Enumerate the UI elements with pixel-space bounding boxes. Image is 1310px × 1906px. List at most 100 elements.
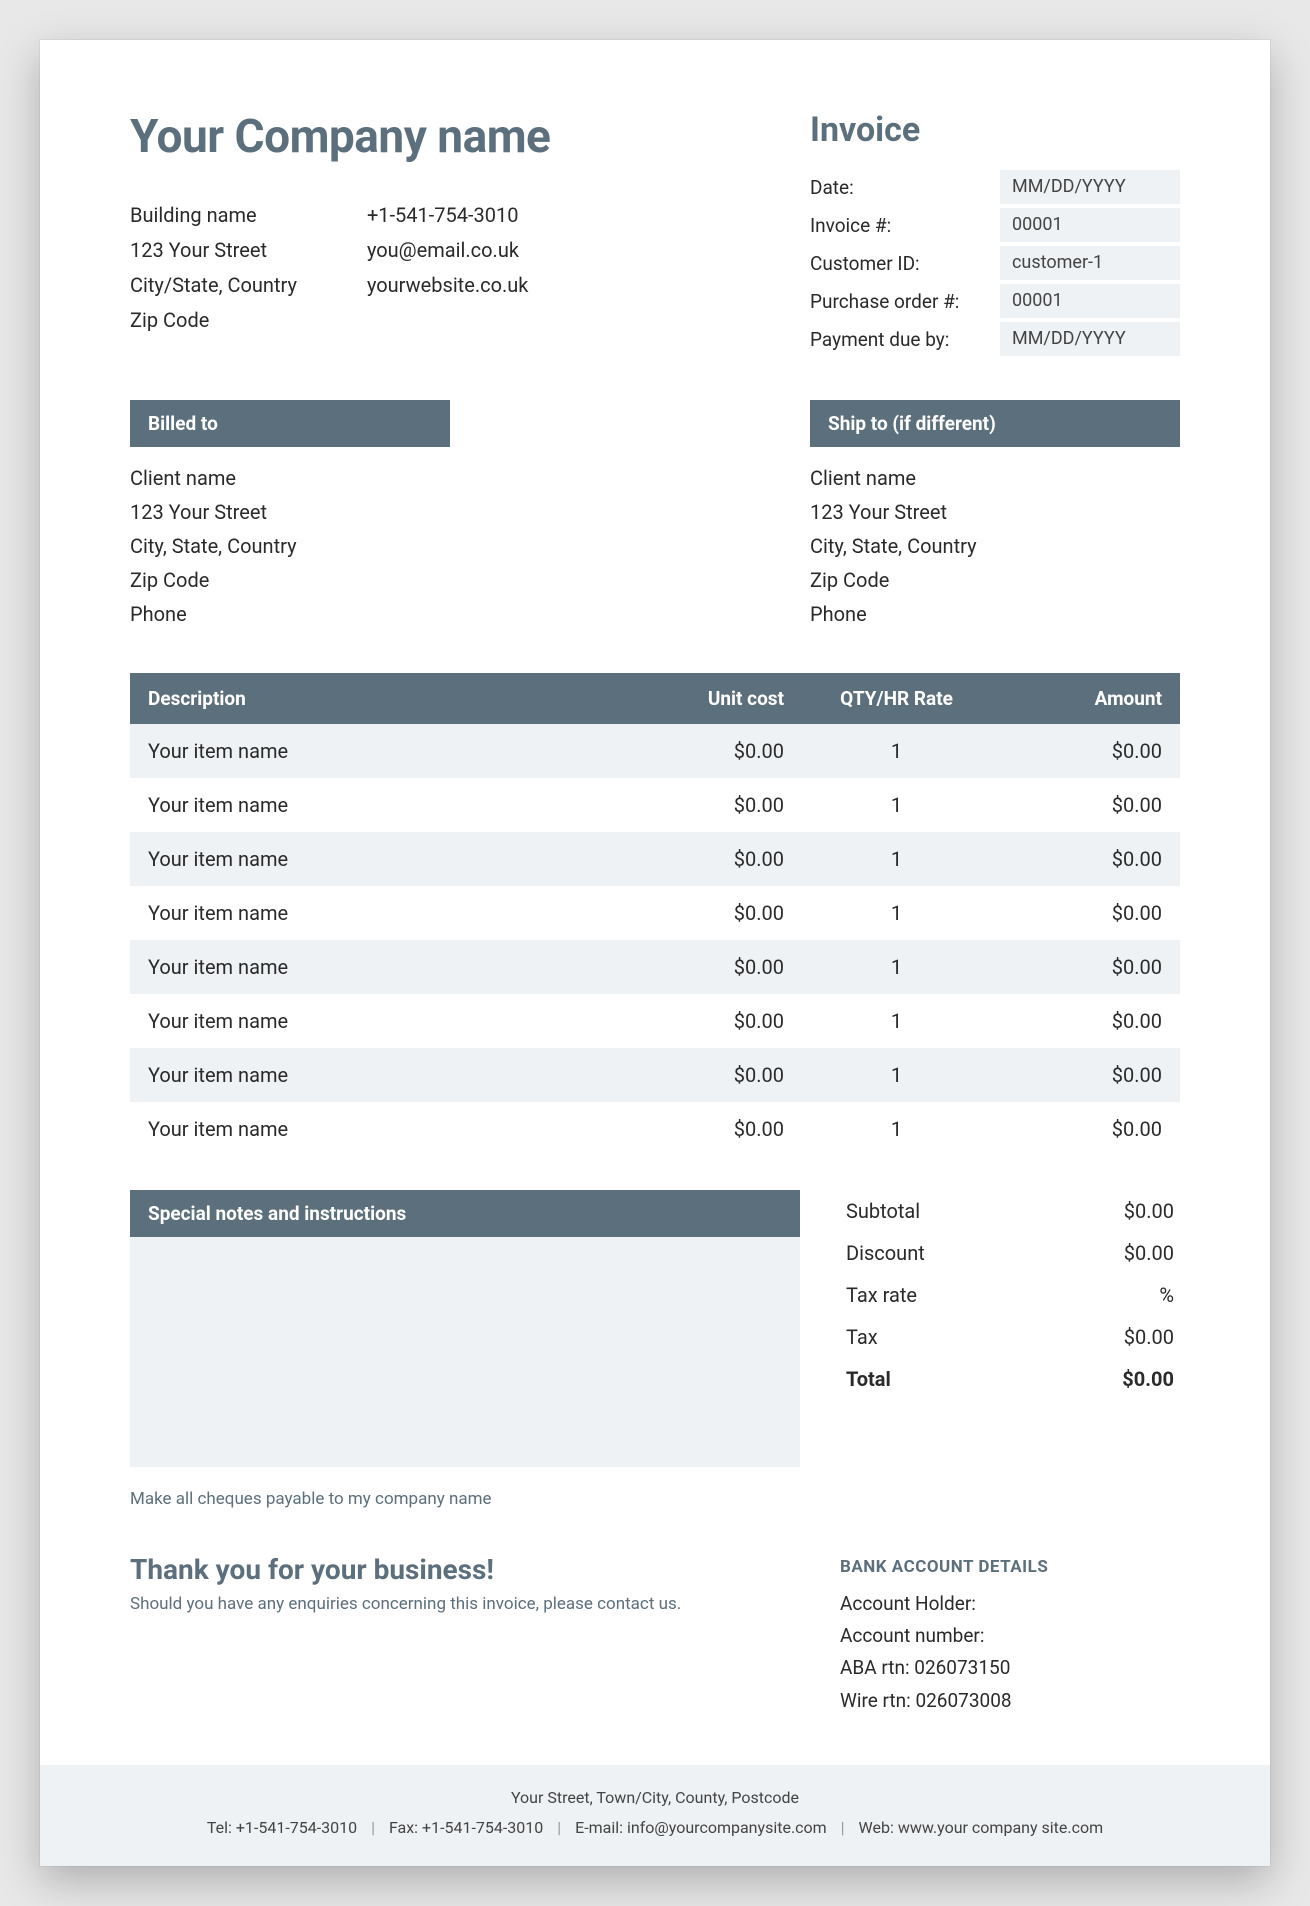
footer-web-label: Web: bbox=[859, 1818, 894, 1837]
cell-desc[interactable]: Your item name bbox=[130, 778, 613, 832]
invoice-meta-label: Purchase order #: bbox=[810, 290, 1000, 313]
company-contact: +1-541-754-3010 you@email.co.uk yourwebs… bbox=[367, 198, 528, 338]
footer-email-label: E-mail: bbox=[575, 1818, 623, 1837]
ship-line: Client name bbox=[810, 461, 1180, 495]
cell-desc[interactable]: Your item name bbox=[130, 1048, 613, 1102]
totals-row: Subtotal $0.00 bbox=[840, 1190, 1180, 1232]
cell-qty[interactable]: 1 bbox=[802, 994, 991, 1048]
billed-to-block: Billed to Client name123 Your StreetCity… bbox=[130, 400, 770, 631]
invoice-title: Invoice bbox=[810, 110, 1180, 150]
line-items-table: Description Unit cost QTY/HR Rate Amount… bbox=[130, 673, 1180, 1156]
totals-label: Tax bbox=[846, 1325, 878, 1349]
thanks-line: Should you have any enquiries concerning… bbox=[130, 1594, 800, 1614]
invoice-meta-block: Invoice Date:MM/DD/YYYYInvoice #:00001Cu… bbox=[810, 110, 1180, 358]
cell-desc[interactable]: Your item name bbox=[130, 832, 613, 886]
parties-row: Billed to Client name123 Your StreetCity… bbox=[130, 400, 1180, 631]
cell-desc[interactable]: Your item name bbox=[130, 1102, 613, 1156]
invoice-meta-value[interactable]: customer-1 bbox=[1000, 246, 1180, 280]
thanks-heading: Thank you for your business! bbox=[130, 1553, 800, 1586]
table-row: Your item name$0.001$0.00 bbox=[130, 1102, 1180, 1156]
cell-amount[interactable]: $0.00 bbox=[991, 1048, 1180, 1102]
invoice-meta-row: Invoice #:00001 bbox=[810, 206, 1180, 244]
bank-line: Wire rtn: 026073008 bbox=[840, 1685, 1180, 1717]
notes-block: Special notes and instructions Make all … bbox=[130, 1190, 800, 1509]
bank-block: BANK ACCOUNT DETAILS Account Holder:Acco… bbox=[840, 1553, 1180, 1717]
total-label: Total bbox=[846, 1367, 891, 1391]
billed-line: Client name bbox=[130, 461, 770, 495]
cell-unit[interactable]: $0.00 bbox=[613, 1102, 802, 1156]
cell-amount[interactable]: $0.00 bbox=[991, 1102, 1180, 1156]
invoice-meta-label: Payment due by: bbox=[810, 328, 1000, 351]
invoice-meta-row: Customer ID:customer-1 bbox=[810, 244, 1180, 282]
cell-unit[interactable]: $0.00 bbox=[613, 886, 802, 940]
totals-block: Subtotal$0.00Discount$0.00Tax rate%Tax$0… bbox=[840, 1190, 1180, 1509]
company-phone: +1-541-754-3010 bbox=[367, 198, 528, 233]
cell-amount[interactable]: $0.00 bbox=[991, 832, 1180, 886]
cell-amount[interactable]: $0.00 bbox=[991, 940, 1180, 994]
table-row: Your item name$0.001$0.00 bbox=[130, 994, 1180, 1048]
totals-value: % bbox=[1159, 1283, 1174, 1307]
cell-desc[interactable]: Your item name bbox=[130, 724, 613, 778]
totals-label: Subtotal bbox=[846, 1199, 920, 1223]
cell-qty[interactable]: 1 bbox=[802, 778, 991, 832]
totals-label: Discount bbox=[846, 1241, 925, 1265]
totals-label: Tax rate bbox=[846, 1283, 917, 1307]
total-row: Total $0.00 bbox=[840, 1358, 1180, 1400]
footer-tel: +1-541-754-3010 bbox=[236, 1818, 357, 1837]
cell-qty[interactable]: 1 bbox=[802, 724, 991, 778]
notes-totals-row: Special notes and instructions Make all … bbox=[130, 1190, 1180, 1509]
cell-amount[interactable]: $0.00 bbox=[991, 724, 1180, 778]
invoice-meta-value[interactable]: 00001 bbox=[1000, 208, 1180, 242]
totals-row: Tax rate% bbox=[840, 1274, 1180, 1316]
billed-line: Zip Code bbox=[130, 563, 770, 597]
invoice-meta-row: Purchase order #:00001 bbox=[810, 282, 1180, 320]
cell-qty[interactable]: 1 bbox=[802, 940, 991, 994]
company-zip: Zip Code bbox=[130, 303, 297, 338]
company-address: Building name 123 Your Street City/State… bbox=[130, 198, 297, 338]
col-qty: QTY/HR Rate bbox=[802, 673, 991, 724]
bank-line: ABA rtn: 026073150 bbox=[840, 1652, 1180, 1684]
company-building: Building name bbox=[130, 198, 297, 233]
totals-value: $0.00 bbox=[1124, 1241, 1174, 1265]
company-contact-columns: Building name 123 Your Street City/State… bbox=[130, 198, 770, 338]
notes-body[interactable] bbox=[130, 1237, 800, 1467]
cell-unit[interactable]: $0.00 bbox=[613, 724, 802, 778]
thanks-block: Thank you for your business! Should you … bbox=[130, 1553, 800, 1614]
cell-unit[interactable]: $0.00 bbox=[613, 994, 802, 1048]
invoice-meta-row: Payment due by:MM/DD/YYYY bbox=[810, 320, 1180, 358]
cell-qty[interactable]: 1 bbox=[802, 1102, 991, 1156]
bank-line: Account number: bbox=[840, 1620, 1180, 1652]
invoice-meta-row: Date:MM/DD/YYYY bbox=[810, 168, 1180, 206]
page-footer: Your Street, Town/City, County, Postcode… bbox=[40, 1765, 1270, 1866]
invoice-meta-value[interactable]: 00001 bbox=[1000, 284, 1180, 318]
footer-address: Your Street, Town/City, County, Postcode bbox=[60, 1783, 1250, 1813]
cell-qty[interactable]: 1 bbox=[802, 886, 991, 940]
table-row: Your item name$0.001$0.00 bbox=[130, 832, 1180, 886]
cheque-instruction: Make all cheques payable to my company n… bbox=[130, 1489, 800, 1509]
cell-desc[interactable]: Your item name bbox=[130, 886, 613, 940]
company-name: Your Company name bbox=[130, 110, 770, 164]
cell-desc[interactable]: Your item name bbox=[130, 994, 613, 1048]
invoice-meta-value[interactable]: MM/DD/YYYY bbox=[1000, 170, 1180, 204]
billed-line: City, State, Country bbox=[130, 529, 770, 563]
bank-heading: BANK ACCOUNT DETAILS bbox=[840, 1553, 1180, 1582]
table-row: Your item name$0.001$0.00 bbox=[130, 724, 1180, 778]
cell-unit[interactable]: $0.00 bbox=[613, 1048, 802, 1102]
cell-desc[interactable]: Your item name bbox=[130, 940, 613, 994]
invoice-meta-label: Date: bbox=[810, 176, 1000, 199]
cell-unit[interactable]: $0.00 bbox=[613, 778, 802, 832]
cell-qty[interactable]: 1 bbox=[802, 1048, 991, 1102]
totals-value: $0.00 bbox=[1124, 1199, 1174, 1223]
billed-to-heading: Billed to bbox=[130, 400, 450, 447]
cell-amount[interactable]: $0.00 bbox=[991, 886, 1180, 940]
ship-line: Phone bbox=[810, 597, 1180, 631]
cell-qty[interactable]: 1 bbox=[802, 832, 991, 886]
invoice-page: Your Company name Building name 123 Your… bbox=[40, 40, 1270, 1866]
totals-row: Tax$0.00 bbox=[840, 1316, 1180, 1358]
invoice-meta-value[interactable]: MM/DD/YYYY bbox=[1000, 322, 1180, 356]
ship-to-lines: Client name123 Your StreetCity, State, C… bbox=[810, 461, 1180, 631]
cell-unit[interactable]: $0.00 bbox=[613, 940, 802, 994]
cell-unit[interactable]: $0.00 bbox=[613, 832, 802, 886]
cell-amount[interactable]: $0.00 bbox=[991, 778, 1180, 832]
cell-amount[interactable]: $0.00 bbox=[991, 994, 1180, 1048]
